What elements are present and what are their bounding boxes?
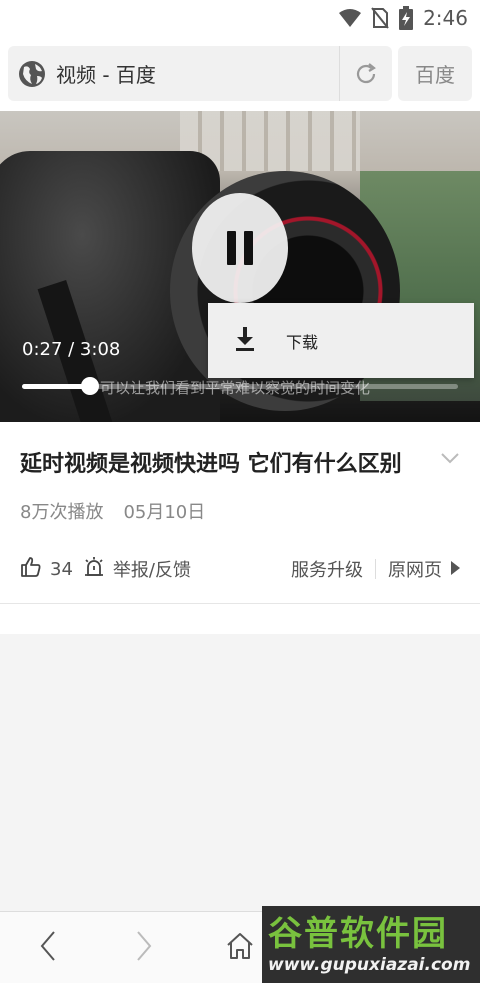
service-upgrade-link[interactable]: 服务升级 [291, 556, 363, 582]
address-bar: 视频 - 百度 百度 [8, 46, 472, 101]
download-menu-item[interactable]: 下载 [208, 303, 474, 378]
url-field[interactable]: 视频 - 百度 [8, 46, 392, 101]
like-button[interactable]: 34 [20, 556, 73, 583]
back-button[interactable] [24, 926, 72, 970]
report-label: 举报/反馈 [112, 560, 191, 581]
play-arrow-icon [450, 559, 460, 580]
video-title: 延时视频是视频快进吗 它们有什么区别 [20, 452, 402, 477]
chevron-down-icon[interactable] [440, 450, 460, 469]
back-icon [39, 930, 57, 966]
wifi-icon [339, 8, 362, 28]
pause-icon [227, 231, 253, 265]
home-button[interactable] [216, 926, 264, 970]
report-icon [83, 556, 105, 583]
watermark-title: 谷普软件园 [268, 913, 448, 954]
status-bar: 2:46 [0, 0, 480, 36]
search-engine-button[interactable]: 百度 [398, 46, 472, 101]
video-progress-fill [22, 384, 90, 389]
report-button[interactable]: 举报/反馈 [83, 556, 191, 583]
divider [375, 559, 376, 579]
no-sim-icon [371, 7, 389, 29]
original-page-label: 原网页 [388, 560, 442, 581]
play-count: 8万次播放 [20, 502, 104, 523]
watermark-logo: 谷普软件园 www.gupuxiazai.com [262, 906, 480, 983]
content-area [0, 634, 480, 911]
thumbs-up-icon [20, 556, 42, 583]
watermark-url: www.gupuxiazai.com [268, 954, 471, 975]
download-icon [234, 326, 256, 356]
video-info: 延时视频是视频快进吗 它们有什么区别 8万次播放 05月10日 34 举报/反馈… [0, 422, 480, 604]
home-icon [225, 931, 255, 965]
download-label: 下载 [286, 332, 319, 352]
like-count: 34 [50, 558, 73, 580]
clock: 2:46 [423, 6, 468, 30]
video-progress-knob[interactable] [80, 377, 99, 395]
page-title: 视频 - 百度 [56, 63, 156, 87]
battery-charging-icon [399, 6, 414, 30]
original-page-link[interactable]: 原网页 [388, 556, 460, 582]
video-time: 0:27 / 3:08 [22, 339, 121, 360]
publish-date: 05月10日 [123, 502, 206, 523]
action-bar: 34 举报/反馈 服务升级 原网页 [20, 554, 460, 584]
forward-button[interactable] [120, 926, 168, 970]
refresh-icon[interactable] [340, 46, 392, 101]
globe-icon [18, 60, 46, 88]
forward-icon [135, 930, 153, 966]
video-meta: 8万次播放 05月10日 [20, 498, 205, 524]
video-progress-bar[interactable] [22, 377, 458, 395]
pause-button[interactable] [192, 193, 288, 303]
